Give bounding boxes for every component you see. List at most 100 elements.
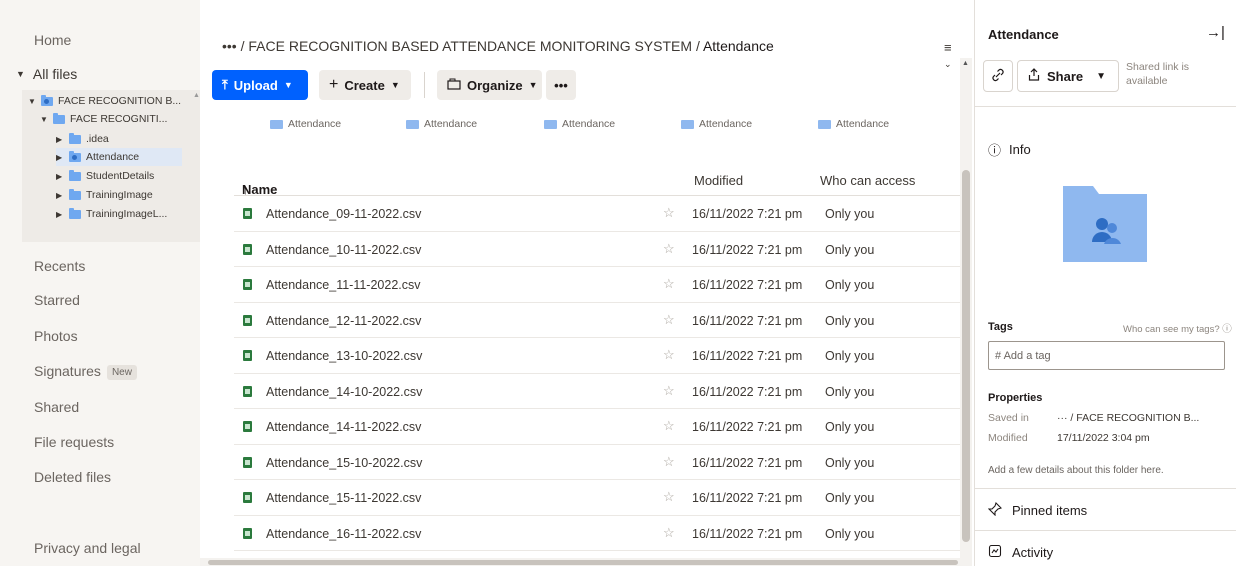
vertical-scrollbar[interactable]: ▲ ▼ <box>960 58 972 566</box>
tree-item-studentdetails[interactable]: ▶ StudentDetails <box>56 167 194 185</box>
star-icon[interactable]: ☆ <box>663 312 675 328</box>
nav-file-requests[interactable]: File requests <box>34 434 114 450</box>
add-details-link[interactable]: Add a few details about this folder here… <box>988 465 1164 476</box>
star-icon[interactable]: ☆ <box>663 205 675 221</box>
nav-recents[interactable]: Recents <box>34 258 85 274</box>
table-row[interactable]: Attendance_16-11-2022.csv ☆ 16/11/2022 7… <box>234 516 960 551</box>
nav-photos[interactable]: Photos <box>34 328 78 344</box>
file-name[interactable]: Attendance_10-11-2022.csv <box>266 243 421 257</box>
suggested-folder-label: Attendance <box>288 118 342 130</box>
organize-button[interactable]: Organize ▼ <box>437 70 542 100</box>
folder-icon <box>69 207 81 219</box>
upload-button[interactable]: ⤒ Upload ▼ <box>212 70 308 100</box>
star-icon[interactable]: ☆ <box>663 241 675 257</box>
chevron-right-icon[interactable]: ▶ <box>56 153 64 162</box>
create-button[interactable]: + Create ▼ <box>319 70 411 100</box>
organize-label: Organize <box>467 77 523 93</box>
share-button[interactable]: Share ▼ <box>1017 60 1119 92</box>
csv-file-icon <box>243 385 252 397</box>
tag-input[interactable] <box>988 341 1225 370</box>
scrollbar-thumb[interactable] <box>962 170 970 542</box>
chevron-down-icon[interactable]: ▼ <box>28 97 36 106</box>
file-name[interactable]: Attendance_14-10-2022.csv <box>266 385 422 399</box>
horizontal-scrollbar[interactable] <box>200 558 972 566</box>
table-row[interactable]: Attendance_12-11-2022.csv ☆ 16/11/2022 7… <box>234 303 960 338</box>
sort-arrow-icon: ↑ <box>242 182 249 197</box>
star-icon[interactable]: ☆ <box>663 276 675 292</box>
table-row[interactable]: Attendance_14-11-2022.csv ☆ 16/11/2022 7… <box>234 409 960 445</box>
nav-shared[interactable]: Shared <box>34 399 79 415</box>
file-name[interactable]: Attendance_15-10-2022.csv <box>266 456 422 470</box>
info-label: Info <box>1009 142 1031 157</box>
star-icon[interactable]: ☆ <box>663 347 675 363</box>
activity-icon <box>988 544 1002 561</box>
table-row[interactable]: Attendance_11-11-2022.csv ☆ 16/11/2022 7… <box>234 267 960 303</box>
tree-item-label: StudentDetails <box>86 170 155 182</box>
table-row[interactable]: Attendance_10-11-2022.csv ☆ 16/11/2022 7… <box>234 232 960 267</box>
file-access: Only you <box>825 242 875 257</box>
pinned-items-section[interactable]: Pinned items <box>987 501 1087 519</box>
file-name[interactable]: Attendance_12-11-2022.csv <box>266 314 421 328</box>
star-icon[interactable]: ☆ <box>663 383 675 399</box>
activity-label: Activity <box>1012 545 1054 560</box>
activity-section[interactable]: Activity <box>988 544 1053 561</box>
suggested-folder[interactable]: Attendance <box>681 118 752 130</box>
chevron-down-icon: ⌄ <box>944 59 952 69</box>
table-row[interactable]: Attendance_15-10-2022.csv ☆ 16/11/2022 7… <box>234 445 960 480</box>
tree-item-face-recognition-root[interactable]: ▼ FACE RECOGNITION B... <box>28 92 194 110</box>
sidebar: Home ▼ All files ▼ FACE RECOGNITION B...… <box>0 0 200 566</box>
chevron-right-icon[interactable]: ▶ <box>56 135 64 144</box>
table-row[interactable]: Attendance_14-10-2022.csv ☆ 16/11/2022 7… <box>234 374 960 409</box>
chevron-right-icon[interactable]: ▶ <box>56 172 64 181</box>
nav-deleted-files[interactable]: Deleted files <box>34 469 111 485</box>
privacy-link[interactable]: Privacy and legal <box>34 540 141 556</box>
scroll-up-icon[interactable]: ▲ <box>962 60 969 67</box>
suggested-folder[interactable]: Attendance <box>544 118 615 130</box>
create-label: Create <box>344 77 385 93</box>
suggested-folder[interactable]: Attendance <box>270 118 341 130</box>
file-name[interactable]: Attendance_14-11-2022.csv <box>266 420 421 434</box>
tags-help-link[interactable]: Who can see my tags? ⓘ <box>1123 321 1232 335</box>
tree-item-trainingimagelabel[interactable]: ▶ TrainingImageL... <box>56 205 194 223</box>
nav-home[interactable]: Home <box>34 32 71 48</box>
tree-item-attendance[interactable]: ▶ Attendance <box>56 148 182 166</box>
nav-signatures[interactable]: Signatures New <box>34 363 137 380</box>
file-access: Only you <box>825 349 875 363</box>
chevron-right-icon[interactable]: ▶ <box>56 210 64 219</box>
tree-item-idea[interactable]: ▶ .idea <box>56 130 194 148</box>
star-icon[interactable]: ☆ <box>663 489 675 505</box>
suggested-folder[interactable]: Attendance <box>406 118 477 130</box>
nav-starred[interactable]: Starred <box>34 292 80 308</box>
collapse-panel-icon[interactable]: →| <box>1206 24 1225 41</box>
breadcrumb-ellipsis[interactable]: ••• <box>222 38 237 54</box>
file-name[interactable]: Attendance_11-11-2022.csv <box>266 278 421 292</box>
nav-all-files[interactable]: ▼ All files <box>16 66 77 82</box>
csv-file-icon <box>243 456 252 468</box>
scrollbar-thumb[interactable] <box>208 560 958 565</box>
file-name[interactable]: Attendance_15-11-2022.csv <box>266 491 421 505</box>
breadcrumb-parent[interactable]: FACE RECOGNITION BASED ATTENDANCE MONITO… <box>248 38 692 54</box>
star-icon[interactable]: ☆ <box>663 418 675 434</box>
tree-scrollbar[interactable]: ▲ <box>193 92 200 99</box>
copy-link-button[interactable] <box>983 60 1013 92</box>
star-icon[interactable]: ☆ <box>663 454 675 470</box>
tree-item-trainingimage[interactable]: ▶ TrainingImage <box>56 186 194 204</box>
modified-value: 17/11/2022 3:04 pm <box>1057 432 1150 444</box>
column-modified[interactable]: Modified <box>694 173 743 188</box>
tags-label: Tags <box>988 321 1013 333</box>
tree-item-face-recogniti[interactable]: ▼ FACE RECOGNITI... <box>40 110 194 128</box>
file-modified: 16/11/2022 7:21 pm <box>692 349 803 363</box>
chevron-down-icon[interactable]: ▼ <box>40 115 48 124</box>
file-name[interactable]: Attendance_16-11-2022.csv <box>266 527 421 541</box>
more-options-button[interactable]: ••• <box>546 70 576 100</box>
chevron-right-icon[interactable]: ▶ <box>56 191 64 200</box>
suggested-folder[interactable]: Attendance <box>818 118 889 130</box>
star-icon[interactable]: ☆ <box>663 525 675 541</box>
csv-file-icon <box>243 279 252 290</box>
table-row[interactable]: Attendance_13-10-2022.csv ☆ 16/11/2022 7… <box>234 338 960 374</box>
file-name[interactable]: Attendance_09-11-2022.csv <box>266 207 421 221</box>
table-row[interactable]: Attendance_09-11-2022.csv ☆ 16/11/2022 7… <box>234 196 960 232</box>
file-name[interactable]: Attendance_13-10-2022.csv <box>266 349 422 363</box>
saved-in-value[interactable]: ··· / FACE RECOGNITION B... <box>1057 412 1199 424</box>
table-row[interactable]: Attendance_15-11-2022.csv ☆ 16/11/2022 7… <box>234 480 960 516</box>
